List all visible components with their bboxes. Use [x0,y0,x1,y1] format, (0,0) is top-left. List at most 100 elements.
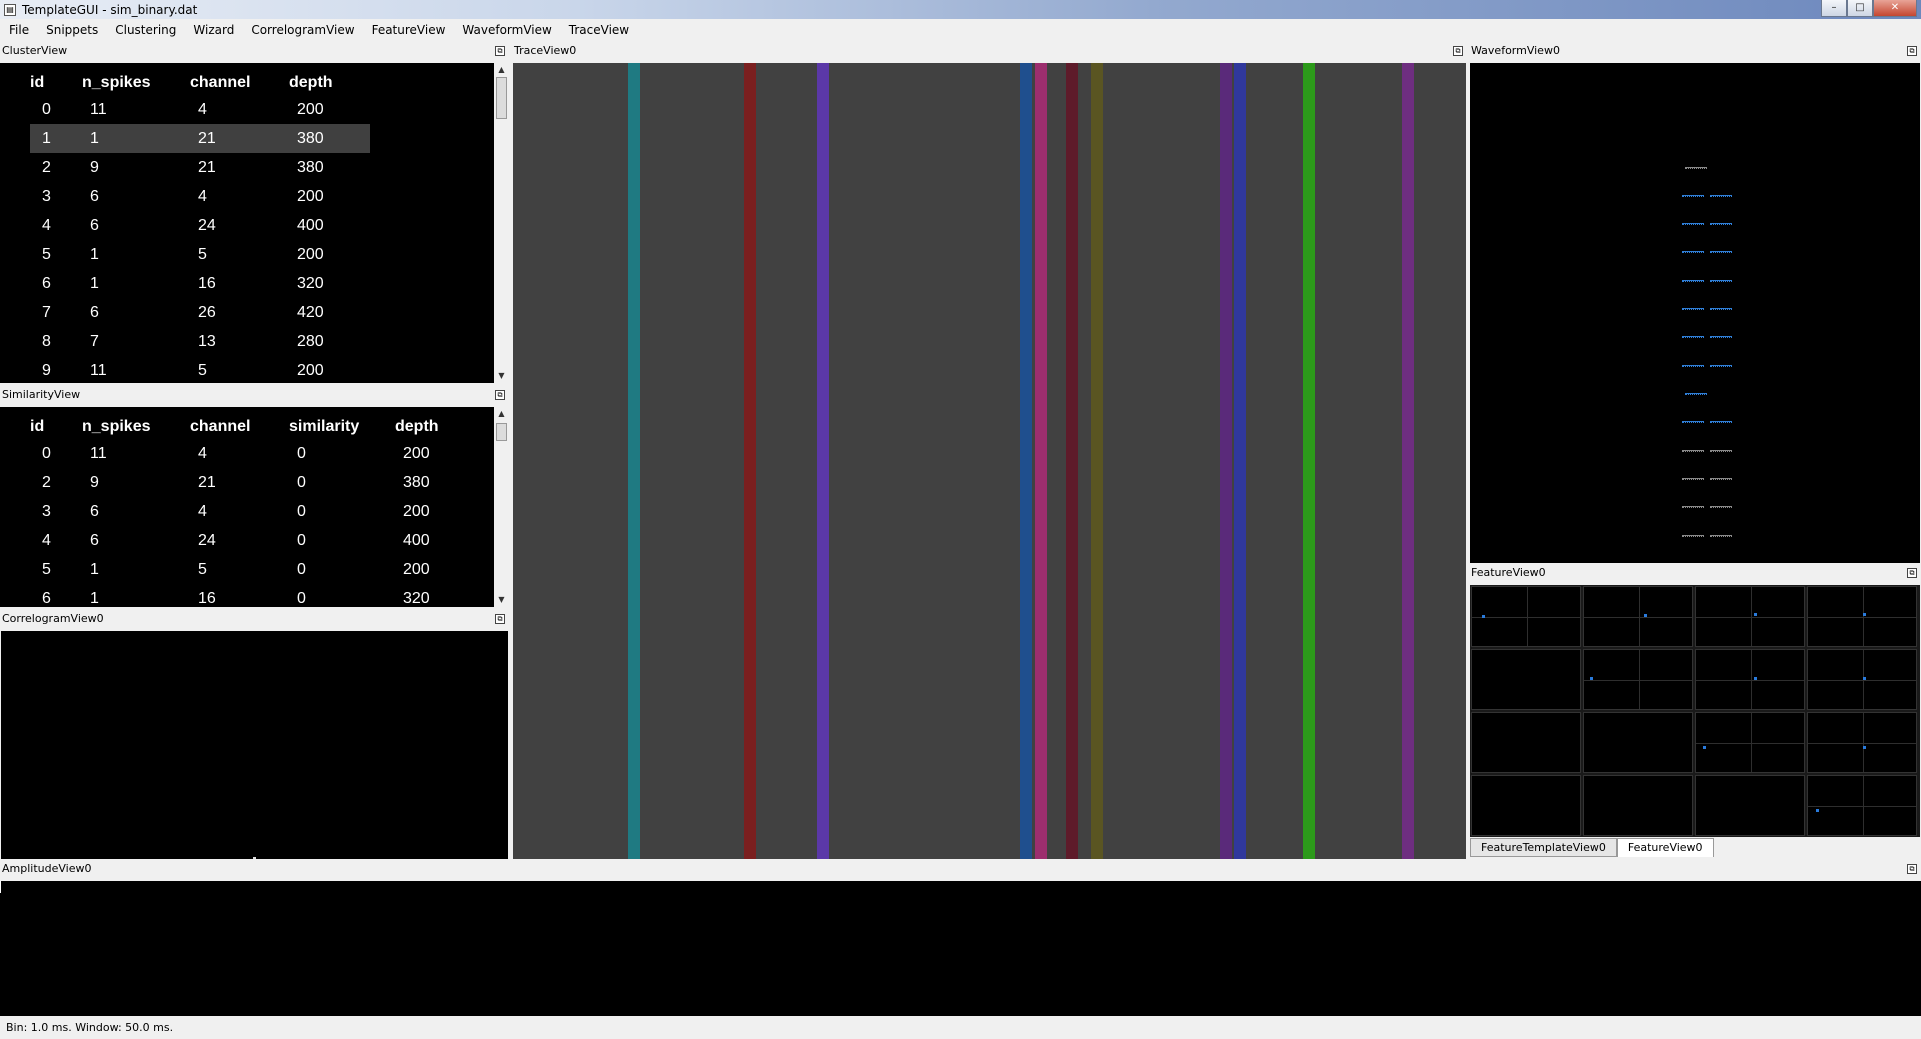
scroll-down-icon[interactable]: ▼ [494,593,509,607]
table-row[interactable]: 4 6 24 0 400 [30,526,476,555]
amplitude-cursor [0,881,1,893]
table-cell: 11 [90,100,107,118]
close-button[interactable]: ✕ [1873,0,1917,17]
table-row[interactable]: 1 1 21 380 [30,124,370,153]
column-header-n-spikes[interactable]: n_spikes [82,71,190,95]
tab-feature-template-view[interactable]: FeatureTemplateView0 [1470,838,1617,857]
feature-canvas[interactable] [1470,585,1920,837]
feature-point [1590,677,1593,680]
trace-canvas[interactable] [513,63,1466,859]
feature-subplot[interactable] [1695,775,1805,836]
table-cell: 380 [289,124,370,153]
table-row[interactable]: 5 1 5 200 [30,240,370,269]
feature-subplot[interactable] [1807,775,1917,836]
float-icon[interactable]: ⧉ [495,46,505,56]
table-row[interactable]: 6 1 16 320 [30,269,370,298]
scroll-up-icon[interactable]: ▲ [494,407,509,421]
table-row[interactable]: 4 6 24 400 [30,211,370,240]
scroll-thumb[interactable] [496,77,507,119]
waveform-canvas[interactable] [1470,63,1920,563]
column-header-n-spikes[interactable]: n_spikes [82,415,190,439]
menu-wizard[interactable]: Wizard [184,23,242,37]
table-cell: 5 [198,361,207,379]
cluster-table: id n_spikes channel depth 0 11 4 200 1 1 21 380 2 9 2… [30,71,370,383]
table-row[interactable]: 0 11 4 200 [30,95,370,124]
column-header-similarity[interactable]: similarity [289,415,395,439]
menu-traceview[interactable]: TraceView [560,23,637,37]
table-cell: 24 [198,216,216,234]
column-header-channel[interactable]: channel [190,71,289,95]
waveform-trace [1682,251,1704,253]
table-row[interactable]: 9 11 5 200 [30,356,370,383]
similarity-scrollbar[interactable]: ▲ ▼ [494,407,509,607]
column-header-depth[interactable]: depth [289,71,370,95]
float-icon[interactable]: ⧉ [1907,46,1917,56]
trace-band [1035,63,1047,859]
feature-subplot[interactable] [1807,712,1917,773]
menu-waveformview[interactable]: WaveformView [453,23,559,37]
feature-subplot[interactable] [1471,586,1581,647]
waveform-trace [1710,365,1732,367]
table-row[interactable]: 7 6 26 420 [30,298,370,327]
feature-subplot[interactable] [1695,712,1805,773]
feature-point [1863,746,1866,749]
menu-snippets[interactable]: Snippets [37,23,106,37]
trace-view-dock: TraceView0 ⧉ [512,44,1467,859]
table-row[interactable]: 3 6 4 200 [30,182,370,211]
menu-correlogramview[interactable]: CorrelogramView [242,23,362,37]
feature-subplot[interactable] [1695,586,1805,647]
table-row[interactable]: 6 1 16 0 320 [30,584,476,607]
float-icon[interactable]: ⧉ [1453,46,1463,56]
table-cell: 1 [30,124,82,153]
feature-subplot[interactable] [1583,586,1693,647]
waveform-trace [1710,450,1732,452]
table-cell: 380 [297,158,324,176]
feature-axis [1472,617,1580,618]
feature-subplot[interactable] [1471,775,1581,836]
feature-subplot[interactable] [1583,775,1693,836]
feature-subplot[interactable] [1583,649,1693,710]
feature-subplot[interactable] [1807,586,1917,647]
float-icon[interactable]: ⧉ [1907,568,1917,578]
column-header-id[interactable]: id [30,71,82,95]
menu-clustering[interactable]: Clustering [106,23,184,37]
minimize-button[interactable]: – [1821,0,1847,17]
amplitude-canvas[interactable] [0,881,1921,1016]
feature-point [1644,614,1647,617]
float-icon[interactable]: ⧉ [495,614,505,624]
cluster-table-area: id n_spikes channel depth 0 11 4 200 1 1 21 380 2 9 2… [0,63,509,383]
table-cell: 6 [90,502,99,520]
menu-file[interactable]: File [0,23,37,37]
cluster-scrollbar[interactable]: ▲ ▼ [494,63,509,383]
scroll-down-icon[interactable]: ▼ [494,369,509,383]
trace-band [744,63,756,859]
table-row[interactable]: 2 9 21 380 [30,153,370,182]
table-cell: 16 [198,589,216,607]
float-icon[interactable]: ⧉ [1907,864,1917,874]
waveform-view-title-text: WaveformView0 [1471,44,1560,57]
column-header-channel[interactable]: channel [190,415,289,439]
maximize-button[interactable]: □ [1847,0,1873,17]
feature-axis [1696,680,1804,681]
tab-feature-view[interactable]: FeatureView0 [1616,838,1714,857]
table-row[interactable]: 5 1 5 0 200 [30,555,476,584]
column-header-id[interactable]: id [30,415,82,439]
correlogram-canvas[interactable] [1,631,508,859]
scroll-thumb[interactable] [496,423,507,441]
feature-subplot[interactable] [1471,712,1581,773]
cluster-view-title-text: ClusterView [2,44,68,57]
table-row[interactable]: 8 7 13 280 [30,327,370,356]
feature-subplot[interactable] [1471,649,1581,710]
table-cell: 1 [90,560,99,578]
scroll-up-icon[interactable]: ▲ [494,63,509,77]
menu-featureview[interactable]: FeatureView [363,23,454,37]
feature-subplot[interactable] [1583,712,1693,773]
float-icon[interactable]: ⧉ [495,390,505,400]
column-header-depth[interactable]: depth [395,415,476,439]
table-row[interactable]: 3 6 4 0 200 [30,497,476,526]
feature-subplot[interactable] [1695,649,1805,710]
table-cell: 1 [90,589,99,607]
table-row[interactable]: 2 9 21 0 380 [30,468,476,497]
table-row[interactable]: 0 11 4 0 200 [30,439,476,468]
feature-subplot[interactable] [1807,649,1917,710]
